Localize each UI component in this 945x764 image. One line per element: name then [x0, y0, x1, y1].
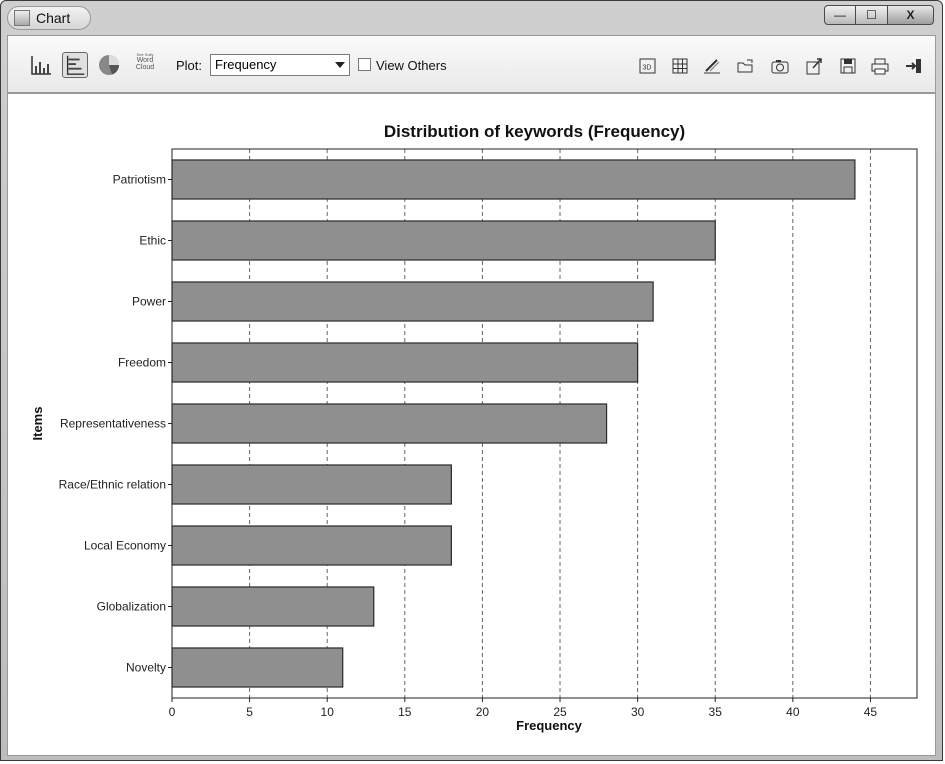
x-tick-label: 5 [246, 705, 253, 719]
word-cloud-line-2: Word [136, 57, 154, 64]
edit-icon[interactable] [702, 56, 722, 76]
y-tick-label: Globalization [97, 600, 166, 614]
title-bar[interactable]: Chart — ☐ X [1, 1, 942, 35]
plot-select-value: Frequency [215, 57, 277, 72]
bar [171, 220, 716, 261]
bar [171, 342, 639, 383]
horizontal-bar-chart-icon[interactable] [62, 52, 88, 78]
plot-label: Plot: [176, 58, 203, 73]
x-tick-label: 45 [864, 705, 878, 719]
y-tick-label: Race/Ethnic relation [59, 478, 166, 492]
camera-icon[interactable] [770, 56, 790, 76]
chevron-down-icon [335, 62, 345, 68]
y-tick-label: Representativeness [60, 417, 166, 431]
x-tick-label: 15 [398, 705, 412, 719]
x-tick-label: 35 [709, 705, 723, 719]
word-cloud-icon[interactable]: See Sully Word Cloud [128, 52, 162, 78]
exit-icon[interactable] [904, 56, 924, 76]
bar [171, 647, 344, 688]
close-button[interactable]: X [888, 5, 934, 25]
y-tick-label: Freedom [118, 356, 166, 370]
window-controls: — ☐ X [824, 5, 934, 25]
x-axis-label: Frequency [516, 718, 583, 733]
minimize-button[interactable]: — [824, 5, 856, 25]
chart-area: Distribution of keywords (Frequency) Patr… [7, 93, 936, 756]
chart-title: Distribution of keywords (Frequency) [384, 122, 685, 141]
x-tick-label: 30 [631, 705, 645, 719]
y-tick-label: Local Economy [84, 539, 166, 553]
view-others-label: View Others [376, 58, 447, 73]
bar-chart-icon[interactable] [28, 52, 54, 78]
bar [171, 159, 856, 200]
plot-select[interactable]: Frequency [210, 54, 350, 76]
3d-icon[interactable]: 3D [638, 56, 658, 76]
y-tick-label: Novelty [126, 661, 166, 675]
x-tick-label: 20 [476, 705, 490, 719]
bar [171, 464, 452, 505]
grid-icon[interactable] [670, 56, 690, 76]
open-icon[interactable] [736, 56, 756, 76]
bar [171, 403, 608, 444]
y-tick-label: Power [132, 295, 166, 309]
bar [171, 281, 654, 322]
svg-text:3D: 3D [643, 65, 652, 72]
chart-window: Chart — ☐ X See Sully Word Cloud Plot: F… [0, 0, 943, 761]
export-icon[interactable] [804, 56, 824, 76]
bar [171, 586, 375, 627]
window-title-tab: Chart [7, 6, 92, 30]
view-others-checkbox[interactable] [358, 58, 371, 71]
maximize-button[interactable]: ☐ [856, 5, 888, 25]
save-icon[interactable] [838, 56, 858, 76]
x-tick-label: 10 [321, 705, 335, 719]
bar [171, 525, 452, 566]
window-title: Chart [36, 10, 71, 26]
x-tick-label: 25 [553, 705, 567, 719]
x-tick-label: 40 [786, 705, 800, 719]
pie-chart-icon[interactable] [96, 52, 122, 78]
x-tick-label: 0 [169, 705, 176, 719]
y-tick-label: Ethic [139, 234, 166, 248]
chart-svg: Distribution of keywords (Frequency) Patr… [30, 122, 918, 733]
word-cloud-line-3: Cloud [135, 64, 155, 71]
y-tick-label: Patriotism [113, 173, 166, 187]
y-axis-label: Items [30, 407, 45, 441]
app-icon [14, 10, 30, 26]
print-icon[interactable] [870, 56, 890, 76]
toolbar: See Sully Word Cloud Plot: Frequency Vie… [7, 35, 936, 93]
